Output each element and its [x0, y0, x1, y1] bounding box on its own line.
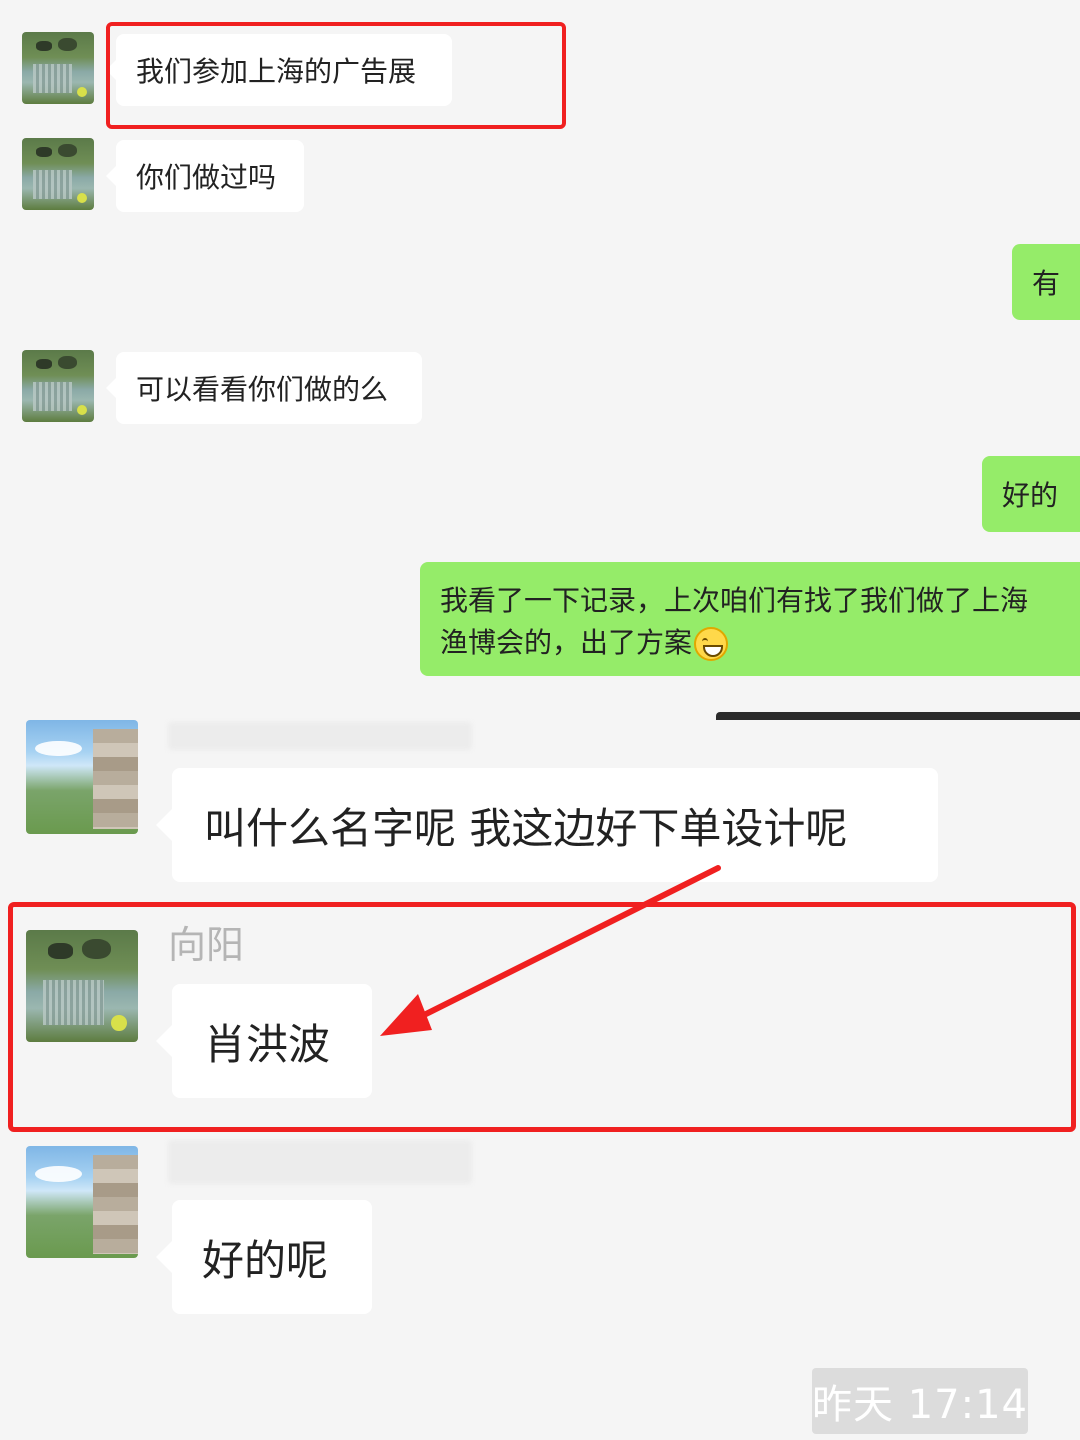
- message-bubble[interactable]: 我看了一下记录，上次咱们有找了我们做了上海 渔博会的，出了方案: [420, 562, 1080, 676]
- highlight-box: [8, 902, 1076, 1132]
- highlight-box: [106, 22, 566, 129]
- message-text-line-2: 渔博会的，出了方案: [440, 622, 1080, 664]
- message-bubble[interactable]: 好的呢: [156, 1200, 372, 1314]
- timestamp: 昨天 17:14: [812, 1368, 1028, 1434]
- blurred-sender-name: [168, 1140, 472, 1184]
- message-text: 叫什么名字呢 我这边好下单设计呢: [204, 803, 848, 853]
- message-text: 你们做过吗: [136, 161, 277, 194]
- avatar[interactable]: [26, 1146, 138, 1258]
- message-text: 有: [1032, 267, 1061, 300]
- avatar[interactable]: [26, 720, 138, 834]
- message-text: 好的呢: [202, 1235, 329, 1285]
- arrow-icon: [380, 865, 721, 1036]
- blurred-sender-name: [168, 722, 472, 750]
- message-text: 好的: [1002, 479, 1059, 512]
- message-bubble[interactable]: 好的: [982, 456, 1080, 532]
- message-bubble[interactable]: 叫什么名字呢 我这边好下单设计呢: [156, 768, 938, 882]
- avatar[interactable]: [22, 138, 94, 210]
- message-bubble[interactable]: 可以看看你们做的么: [106, 352, 422, 424]
- message-text-line-1: 我看了一下记录，上次咱们有找了我们做了上海: [440, 584, 1029, 617]
- message-text: 可以看看你们做的么: [136, 373, 389, 406]
- message-bubble[interactable]: 有: [1012, 244, 1080, 320]
- image-edge: [716, 712, 1080, 720]
- avatar[interactable]: [22, 32, 94, 104]
- message-bubble[interactable]: 你们做过吗: [106, 140, 304, 212]
- grinning-face-emoji: [694, 627, 729, 661]
- avatar[interactable]: [22, 350, 94, 422]
- message-text-line-2-text: 渔博会的，出了方案: [440, 626, 693, 659]
